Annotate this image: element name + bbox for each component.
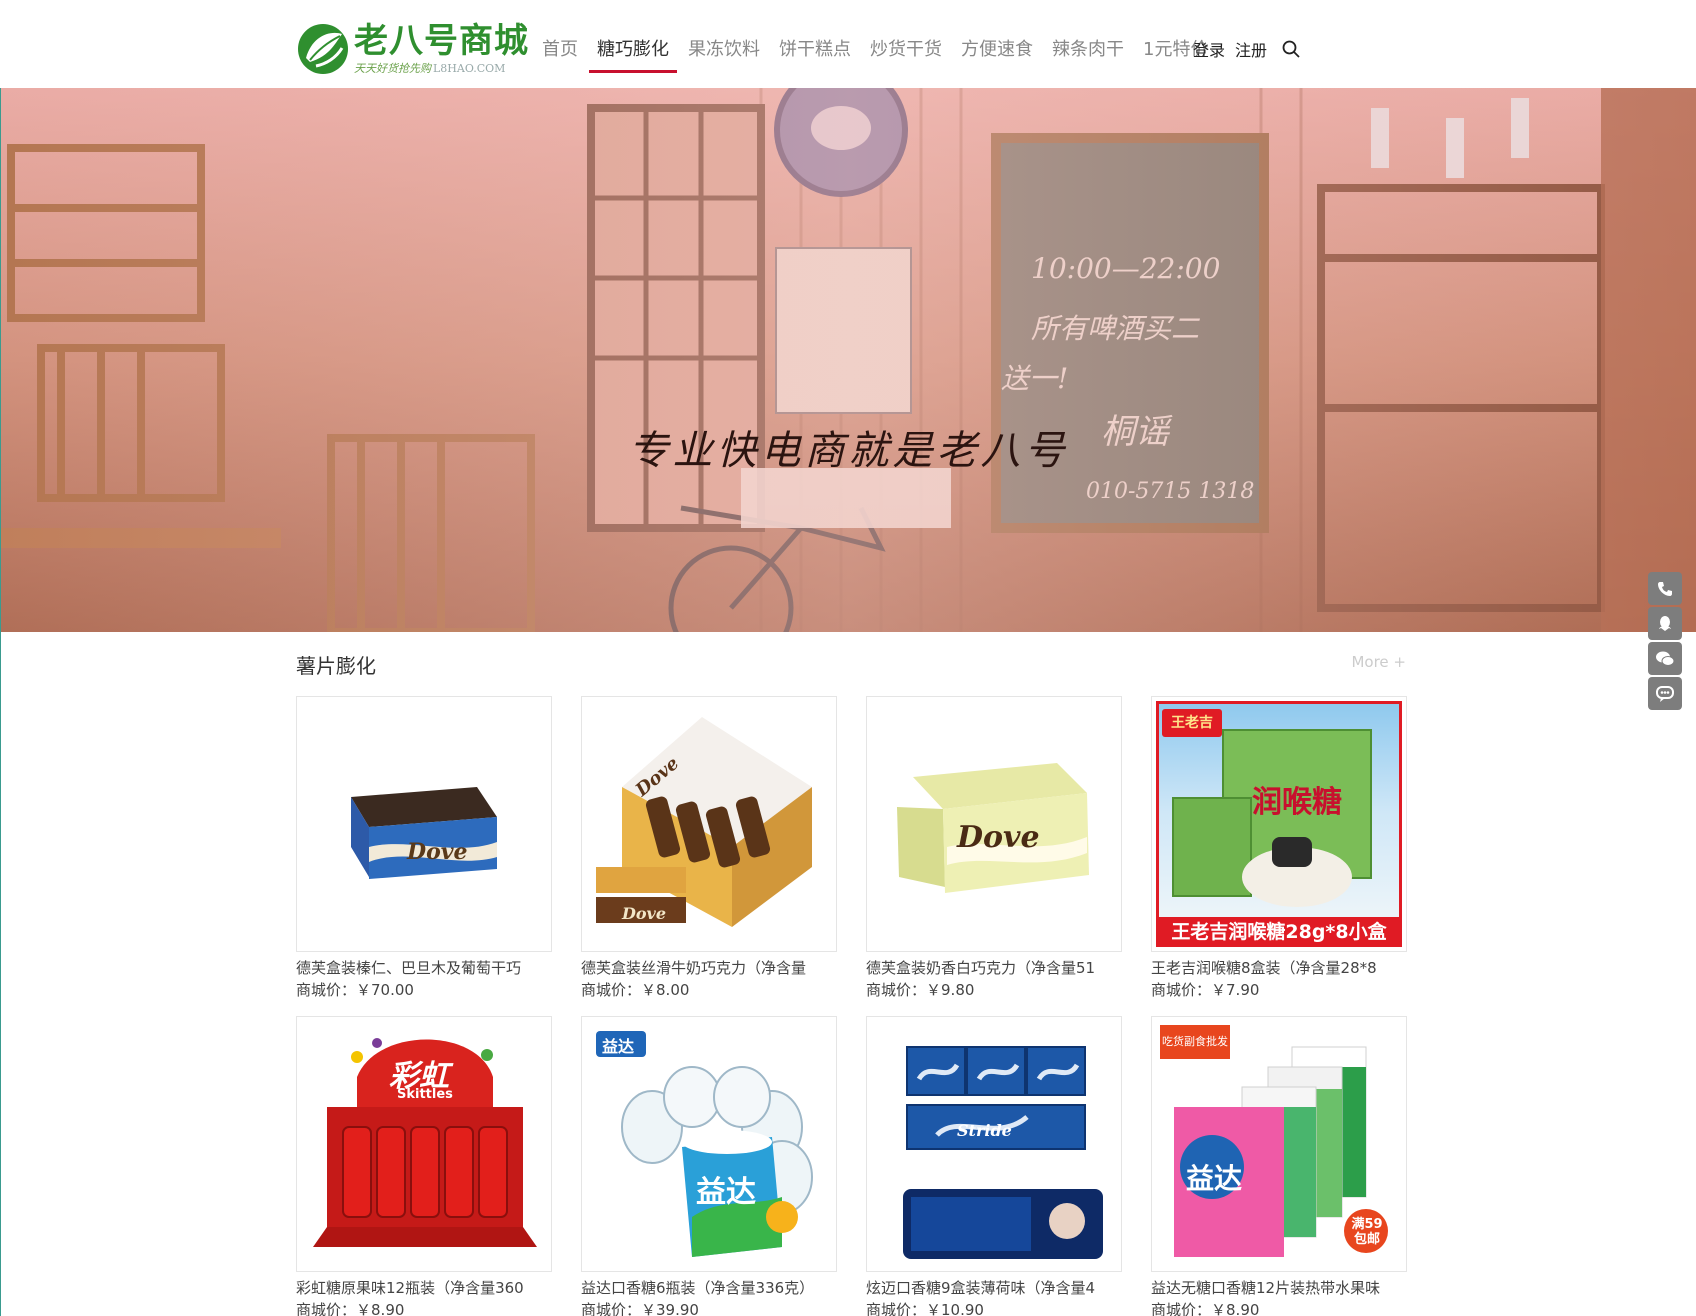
product-card[interactable]: 王老吉 润喉糖 王老吉润喉糖28g*8小盒 王老吉润喉糖8盒装（净含量28*8 … [1151, 696, 1408, 1001]
auth-links: 登录 注册 [1193, 36, 1301, 62]
product-name[interactable]: 益达无糖口香糖12片装热带水果味 [1151, 1277, 1407, 1299]
price-value: ￥39.90 [641, 1301, 699, 1316]
nav-item-1[interactable]: 糖巧膨化 [589, 29, 677, 73]
section-title: 薯片膨化 [296, 654, 376, 678]
product-price: 商城价：￥7.90 [1151, 979, 1408, 1001]
product-name[interactable]: 炫迈口香糖9盒装薄荷味（净含量4 [866, 1277, 1122, 1299]
nav-item-5[interactable]: 方便速食 [959, 29, 1035, 71]
nav-item-6[interactable]: 辣条肉干 [1050, 29, 1126, 71]
price-value: ￥8.00 [641, 981, 690, 999]
free-shipping-badge: 满59包邮 [1351, 1217, 1383, 1247]
product-image[interactable]: Dove [296, 696, 552, 952]
chat-bubble-icon[interactable] [1648, 677, 1682, 710]
banner-slogan: 专业快电商就是老八号 [628, 428, 1069, 474]
price-value: ￥8.90 [356, 1301, 405, 1316]
wechat-icon[interactable] [1648, 642, 1682, 675]
box-brand-en: Skittles [397, 1087, 453, 1102]
shop-tag: 吃货副食批发 [1162, 1035, 1228, 1048]
floating-side-tools [1648, 572, 1682, 712]
product-image[interactable]: Stride [866, 1016, 1122, 1272]
nav-item-2[interactable]: 果冻饮料 [686, 29, 762, 71]
section-header: 薯片膨化 More + [296, 650, 1406, 680]
login-link[interactable]: 登录 [1193, 37, 1225, 61]
product-card[interactable]: 彩虹 Skittles 彩虹糖原果味12瓶装（净含量360 商城价：￥8.90 [296, 1016, 553, 1316]
lozenge-box-small [1172, 797, 1252, 897]
hero-banner[interactable]: 10:00—22:00 所有啤酒买二 送一! 桐谣 010-5715 1318 … [1, 88, 1696, 632]
price-value: ￥9.80 [926, 981, 975, 999]
price-value: ￥10.90 [926, 1301, 984, 1316]
box-brand: Stride [957, 1121, 1012, 1140]
svg-text:Dove: Dove [956, 820, 1040, 855]
product-card[interactable]: 吃货副食批发 益达 满59包邮 益达无糖口香糖12片装热带水果味 商城价：￥8.… [1151, 1016, 1408, 1316]
stride-gum-packs-image [903, 1046, 1103, 1259]
product-price: 商城价：￥8.00 [581, 979, 838, 1001]
site-logo[interactable]: 老八号商城 天天好货抢先购 L8HAO.COM [296, 20, 528, 78]
price-label: 商城价： [1151, 981, 1212, 999]
product-image[interactable]: 彩虹 Skittles [296, 1016, 552, 1272]
main-nav: 首页 糖巧膨化 果冻饮料 饼干糕点 炒货干货 方便速食 辣条肉干 1元特价 [540, 28, 1225, 73]
brand-tagline-text: 天天好货抢先购 [354, 62, 431, 75]
product-card[interactable]: 益达 益达 益达口香糖6瓶装（净含量336克） 商城价：￥39.90 [581, 1016, 838, 1316]
box-brand-badge: 益达 [602, 1037, 635, 1056]
product-name[interactable]: 益达口香糖6瓶装（净含量336克） [581, 1277, 837, 1299]
brand-name: 老八号商城 [354, 21, 529, 61]
dove-white-box-image: Dove [897, 763, 1089, 893]
nav-item-4[interactable]: 炒货干货 [868, 29, 944, 71]
qq-icon[interactable] [1648, 607, 1682, 640]
dove-milk-box-image: Dove Dove [596, 717, 812, 927]
product-image[interactable]: Dove Dove [581, 696, 837, 952]
product-card[interactable]: Dove Dove 德芙盒装丝滑牛奶巧克力（净含量 商城价：￥8.00 [581, 696, 838, 1001]
price-value: ￥7.90 [1211, 981, 1260, 999]
product-price: 商城价：￥8.90 [296, 1299, 553, 1316]
product-card[interactable]: Dove 德芙盒装奶香白巧克力（净含量51 商城价：￥9.80 [866, 696, 1123, 1001]
product-price: 商城价：￥70.00 [296, 979, 553, 1001]
svg-text:Dove: Dove [406, 839, 468, 865]
product-price: 商城价：￥8.90 [1151, 1299, 1408, 1316]
product-name[interactable]: 德芙盒装奶香白巧克力（净含量51 [866, 957, 1122, 979]
price-label: 商城价： [1151, 1301, 1212, 1316]
nav-item-3[interactable]: 饼干糕点 [777, 29, 853, 71]
more-link[interactable]: More + [1351, 653, 1406, 671]
phone-icon[interactable] [1648, 572, 1682, 605]
product-card[interactable]: Stride 炫迈口香糖9盒装薄荷味（净含量4 商城价：￥10.90 [866, 1016, 1123, 1316]
product-price: 商城价：￥39.90 [581, 1299, 838, 1316]
brand-domain: L8HAO.COM [433, 62, 506, 75]
price-label: 商城价： [866, 981, 927, 999]
box-brand-badge: 王老吉 [1162, 709, 1222, 737]
site-header: 老八号商城 天天好货抢先购 L8HAO.COM 首页 糖巧膨化 果冻饮料 饼干糕点 炒货干… [0, 0, 1696, 88]
product-image[interactable]: Dove [866, 696, 1122, 952]
product-image[interactable]: 益达 益达 [581, 1016, 837, 1272]
price-label: 商城价： [581, 981, 642, 999]
register-link[interactable]: 注册 [1235, 37, 1267, 61]
nav-item-0[interactable]: 首页 [540, 29, 580, 71]
product-price: 商城价：￥10.90 [866, 1299, 1123, 1316]
product-name[interactable]: 彩虹糖原果味12瓶装（净含量360 [296, 1277, 552, 1299]
product-card[interactable]: Dove 德芙盒装榛仁、巴旦木及葡萄干巧 商城价：￥70.00 [296, 696, 553, 1001]
price-label: 商城价： [866, 1301, 927, 1316]
price-label: 商城价： [296, 1301, 357, 1316]
candy-dark [1272, 837, 1312, 867]
product-image[interactable]: 吃货副食批发 益达 满59包邮 [1151, 1016, 1407, 1272]
price-label: 商城价： [296, 981, 357, 999]
banner-illustration: 10:00—22:00 所有啤酒买二 送一! 桐谣 010-5715 1318 [1, 88, 1696, 632]
product-image[interactable]: 王老吉 润喉糖 王老吉润喉糖28g*8小盒 [1151, 696, 1407, 952]
image-caption-banner: 王老吉润喉糖28g*8小盒 [1156, 917, 1402, 947]
search-icon[interactable] [1281, 39, 1301, 59]
svg-text:Dove: Dove [621, 904, 666, 923]
dove-box-image: Dove [351, 787, 497, 879]
leaf-circle-logo-icon [298, 24, 348, 74]
price-value: ￥70.00 [356, 981, 414, 999]
product-name[interactable]: 德芙盒装榛仁、巴旦木及葡萄干巧 [296, 957, 552, 979]
brand-tagline: 天天好货抢先购 L8HAO.COM [354, 60, 505, 76]
product-name[interactable]: 德芙盒装丝滑牛奶巧克力（净含量 [581, 957, 837, 979]
price-value: ￥8.90 [1211, 1301, 1260, 1316]
price-label: 商城价： [581, 1301, 642, 1316]
box-title: 润喉糖 [1252, 785, 1342, 820]
box-brand: 益达 [1186, 1162, 1243, 1195]
product-price: 商城价：￥9.80 [866, 979, 1123, 1001]
bottle-brand: 益达 [696, 1175, 756, 1210]
product-name[interactable]: 王老吉润喉糖8盒装（净含量28*8 [1151, 957, 1407, 979]
